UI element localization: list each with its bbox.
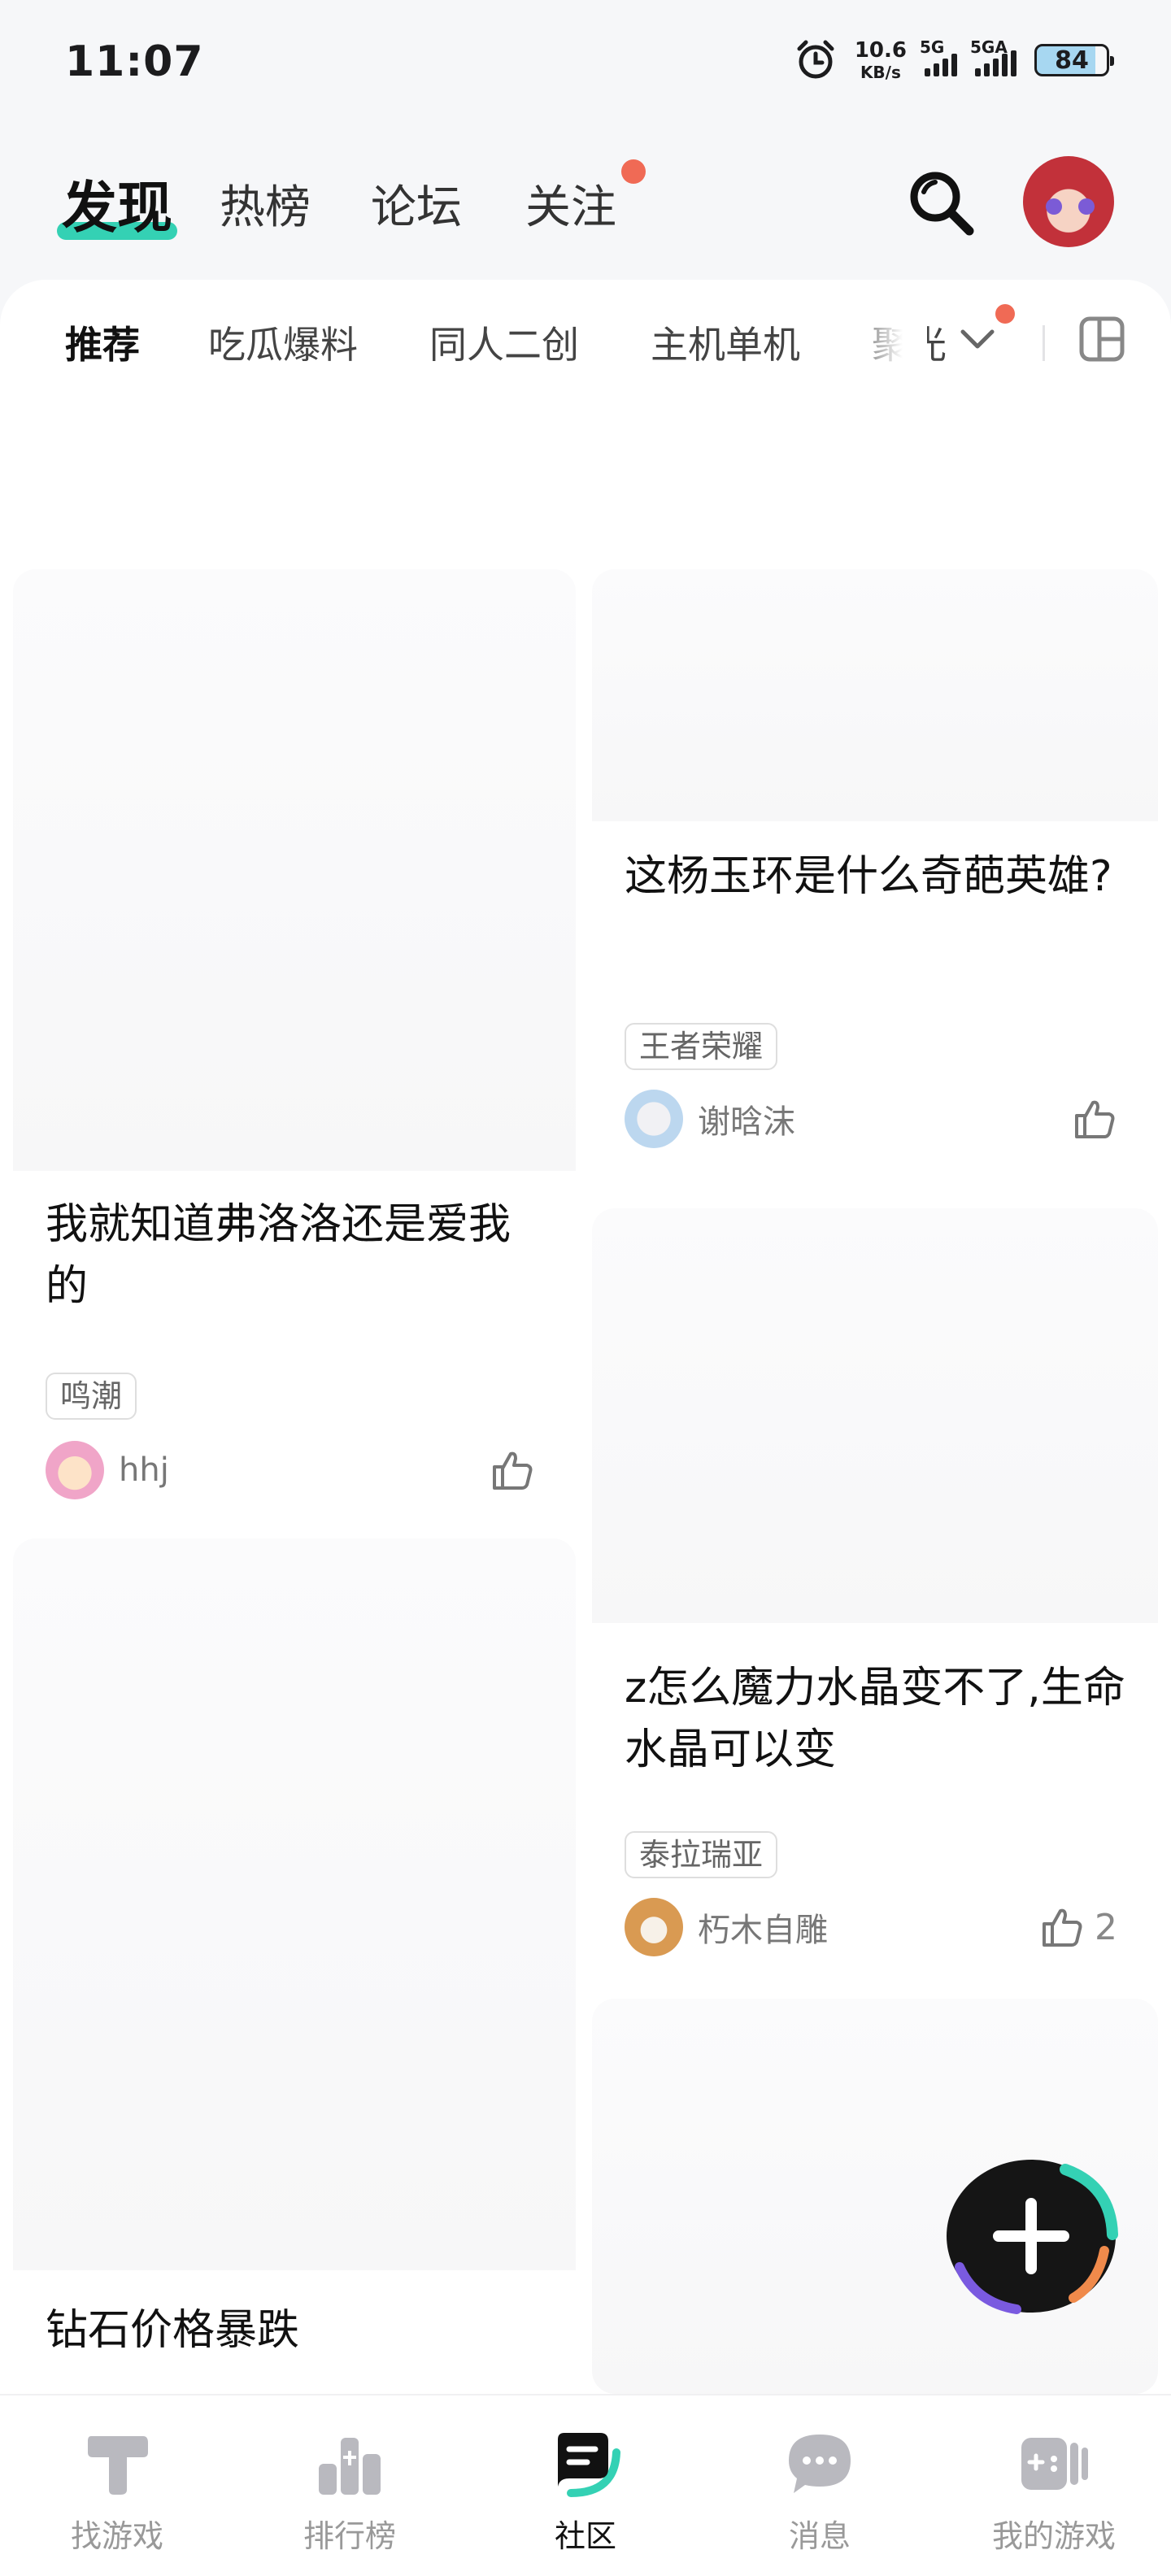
- post-card[interactable]: 这杨玉环是什么奇葩英雄? 王者荣耀 谢晗沫: [592, 569, 1158, 1186]
- bottom-nav: 找游戏 排行榜 社区 消息 我的游戏: [0, 2394, 1171, 2576]
- nav-ranking[interactable]: 排行榜: [268, 2428, 431, 2556]
- find-game-icon: [88, 2436, 148, 2495]
- tab-hot-list[interactable]: 热榜: [220, 171, 311, 237]
- author-avatar: [625, 1090, 683, 1148]
- author-name: hhj: [119, 1451, 169, 1489]
- category-fan-creations[interactable]: 同人二创: [429, 315, 579, 369]
- sim1-label: 5G: [920, 37, 945, 57]
- like-button[interactable]: [490, 1447, 535, 1493]
- community-icon: [558, 2433, 620, 2497]
- post-title: 这杨玉环是什么奇葩英雄?: [625, 852, 1112, 901]
- nav-messages-label: 消息: [788, 2518, 851, 2554]
- nav-community[interactable]: 社区: [504, 2428, 667, 2556]
- tab-follow-label: 关注: [525, 181, 616, 234]
- tab-forum-label: 论坛: [371, 181, 462, 234]
- category-divider: [1043, 325, 1045, 361]
- top-nav: 发现 热榜 论坛 关注: [0, 154, 1171, 252]
- author-avatar: [46, 1441, 104, 1499]
- message-icon: [789, 2435, 851, 2493]
- search-icon[interactable]: [903, 164, 981, 242]
- category-gossip[interactable]: 吃瓜爆料: [208, 315, 358, 369]
- nav-ranking-label: 排行榜: [303, 2518, 396, 2554]
- author-avatar: [625, 1898, 683, 1956]
- post-tag[interactable]: 泰拉瑞亚: [625, 1831, 778, 1878]
- category-fade: [846, 296, 927, 377]
- net-speed-value: 10.6: [854, 38, 907, 63]
- status-time: 11:07: [65, 37, 204, 86]
- nav-my-games[interactable]: 我的游戏: [973, 2428, 1135, 2556]
- nav-community-label: 社区: [554, 2518, 616, 2554]
- battery-icon: 84: [1034, 44, 1114, 76]
- user-avatar[interactable]: [1023, 156, 1114, 247]
- post-image: [13, 1538, 576, 2270]
- like-count: 2: [1095, 1906, 1117, 1948]
- thumbs-up-icon: [1043, 1908, 1082, 1947]
- tab-forum[interactable]: 论坛: [371, 171, 462, 237]
- author-name: 谢晗沫: [698, 1103, 795, 1141]
- category-recommended[interactable]: 推荐: [65, 315, 140, 369]
- net-speed-unit: KB/s: [860, 63, 901, 82]
- post-feed: 我就知道弗洛洛还是爱我的 鸣潮 hhj 这杨玉环是什么奇葩英雄? 王者荣耀 谢晗…: [0, 394, 1171, 2394]
- add-post-button[interactable]: [943, 2153, 1119, 2316]
- category-badge-dot: [995, 304, 1015, 324]
- tab-hot-list-label: 热榜: [220, 181, 311, 234]
- post-card[interactable]: 我就知道弗洛洛还是爱我的 鸣潮 hhj: [13, 569, 576, 1525]
- post-title: 钻石价格暴跌: [46, 2306, 300, 2355]
- signal-icon: 5G: [920, 37, 957, 76]
- thumbs-up-icon: [493, 1451, 533, 1490]
- battery-level: 84: [1055, 46, 1089, 75]
- post-title: z怎么魔力水晶变不了,生命水晶可以变: [625, 1664, 1125, 1774]
- post-image: [592, 1208, 1158, 1623]
- thumbs-up-icon: [1075, 1100, 1115, 1138]
- post-author[interactable]: hhj: [46, 1441, 169, 1499]
- post-tag[interactable]: 王者荣耀: [625, 1023, 778, 1070]
- post-image: [13, 569, 576, 1171]
- category-console-single[interactable]: 主机单机: [651, 315, 800, 369]
- chevron-down-icon[interactable]: [953, 314, 1002, 363]
- ranking-icon: [319, 2438, 381, 2495]
- post-card[interactable]: z怎么魔力水晶变不了,生命水晶可以变 泰拉瑞亚 朽木自雕 2: [592, 1208, 1158, 1986]
- signal-icon-2: 5GA: [970, 37, 1016, 76]
- nav-messages[interactable]: 消息: [738, 2428, 901, 2556]
- post-image: [592, 569, 1158, 821]
- tab-discover[interactable]: 发现: [57, 163, 178, 243]
- layout-toggle-icon[interactable]: [1078, 315, 1125, 363]
- like-button[interactable]: [1072, 1096, 1117, 1142]
- like-button[interactable]: 2: [1039, 1904, 1117, 1950]
- nav-find-game-label: 找游戏: [70, 2518, 163, 2554]
- net-speed: 10.6 KB/s: [855, 40, 907, 80]
- sim2-label: 5GA: [970, 37, 1008, 57]
- author-name: 朽木自雕: [698, 1912, 828, 1949]
- alarm-icon: [797, 40, 834, 79]
- post-tag[interactable]: 鸣潮: [46, 1373, 137, 1420]
- nav-my-games-label: 我的游戏: [991, 2518, 1116, 2554]
- my-games-icon: [1021, 2438, 1088, 2490]
- status-bar: 11:07 10.6 KB/s 5G 5GA 84: [0, 0, 1171, 130]
- nav-find-game[interactable]: 找游戏: [36, 2428, 198, 2556]
- follow-badge-dot: [621, 159, 646, 184]
- post-title: 我就知道弗洛洛还是爱我的: [46, 1200, 511, 1311]
- tab-discover-label: 发现: [62, 176, 173, 241]
- post-author[interactable]: 朽木自雕: [625, 1898, 828, 1956]
- post-author[interactable]: 谢晗沫: [625, 1090, 795, 1148]
- tab-follow[interactable]: 关注: [525, 171, 616, 237]
- post-card[interactable]: 钻石价格暴跌: [13, 1538, 576, 2394]
- category-bar: 推荐 吃瓜爆料 同人二创 主机单机 聚光: [0, 280, 1171, 394]
